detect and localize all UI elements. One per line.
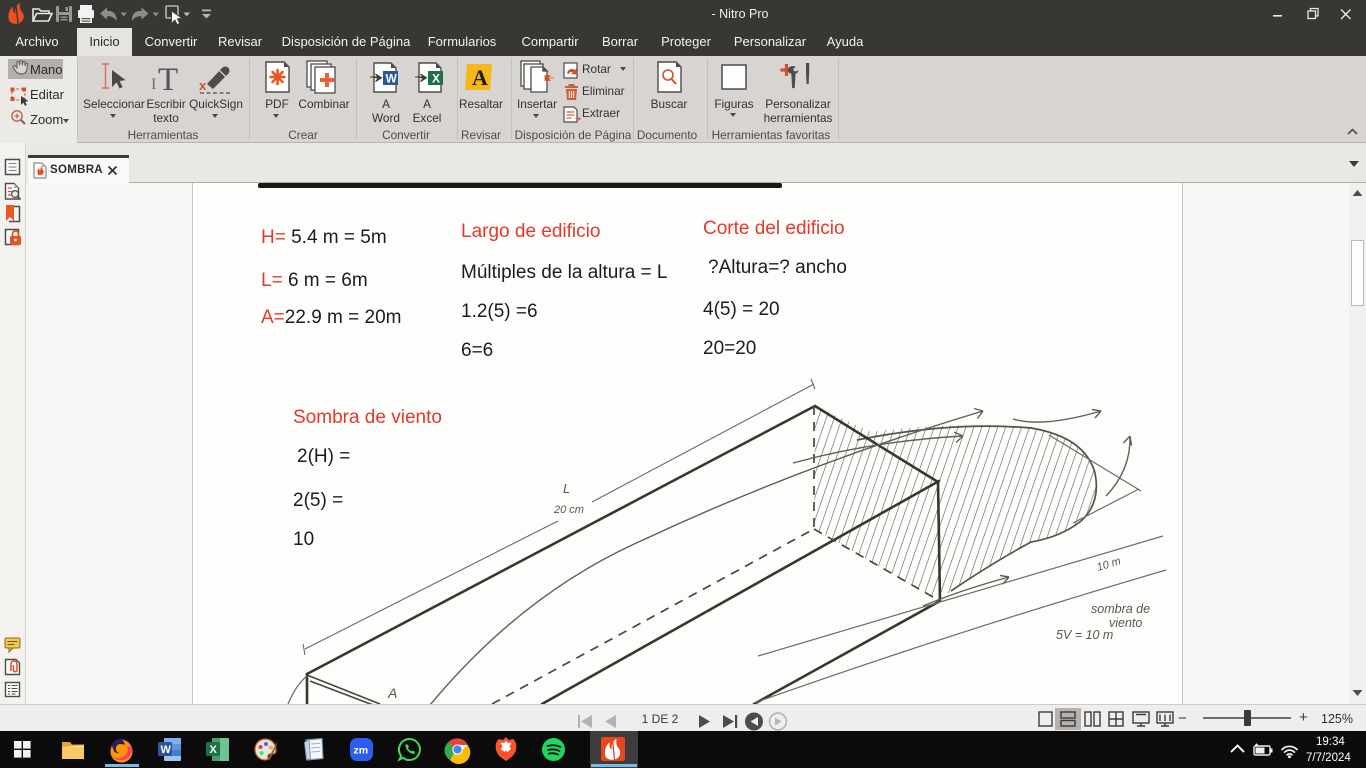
svg-text:viento: viento (1109, 616, 1142, 630)
svg-text:I: I (151, 76, 156, 93)
svg-text:L: L (563, 481, 570, 496)
svg-text:T: T (158, 62, 178, 98)
svg-text:A: A (472, 65, 488, 90)
svg-text:W: W (161, 744, 172, 756)
svg-text:X: X (432, 72, 440, 86)
svg-text:10 m: 10 m (1095, 555, 1122, 574)
svg-text:x: x (199, 78, 207, 93)
svg-text:20 cm: 20 cm (553, 504, 584, 516)
svg-text:5V = 10 m: 5V = 10 m (1056, 628, 1113, 642)
svg-text:X: X (210, 744, 218, 756)
svg-text:W: W (386, 72, 398, 86)
svg-text:zm: zm (354, 745, 369, 757)
svg-text:sombra de: sombra de (1091, 602, 1150, 616)
svg-text:A: A (387, 685, 397, 701)
